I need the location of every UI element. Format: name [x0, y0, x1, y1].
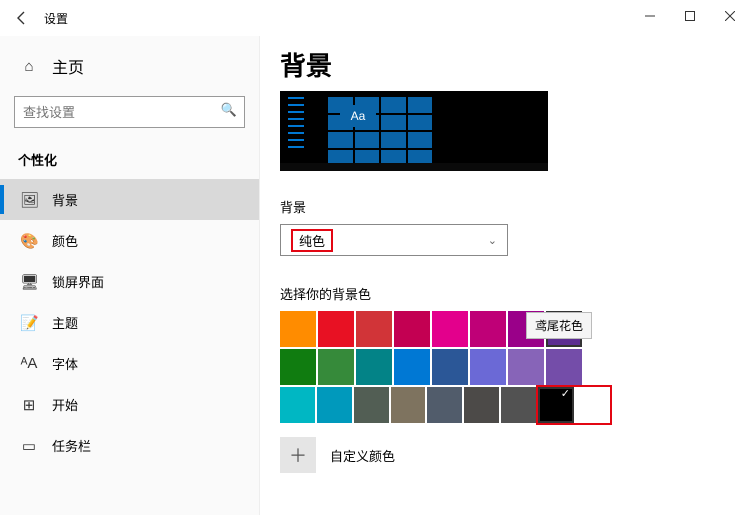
sidebar-item-0[interactable]: 🖼 背景 [0, 179, 259, 220]
back-button[interactable] [0, 0, 44, 36]
color-swatch[interactable] [501, 387, 536, 423]
color-swatch[interactable] [427, 387, 462, 423]
color-swatch[interactable] [280, 387, 315, 423]
page-title: 背景 [280, 46, 730, 83]
custom-color-label: 自定义颜色 [330, 446, 395, 465]
search-icon: 🔍 [221, 102, 237, 118]
color-swatch[interactable] [546, 349, 582, 385]
main-content: 背景 Aa 背景 纯色 ⌄ 选择你的背景色 ＋ 自定义颜色 [260, 36, 750, 515]
color-swatch[interactable] [508, 349, 544, 385]
sidebar-item-4[interactable]: ᴬA 字体 [0, 343, 259, 384]
background-dropdown-value: 纯色 [291, 229, 333, 252]
sidebar-item-1[interactable]: 🎨 颜色 [0, 220, 259, 261]
window-title: 设置 [44, 10, 68, 27]
sidebar-item-3[interactable]: 📝 主题 [0, 302, 259, 343]
sidebar-item-icon: ⊞ [20, 396, 38, 414]
color-swatch[interactable] [317, 387, 352, 423]
color-swatch[interactable] [538, 387, 574, 423]
sidebar-item-icon: 📝 [20, 314, 38, 332]
search-input[interactable] [14, 96, 245, 128]
choose-color-label: 选择你的背景色 [280, 284, 730, 303]
color-swatch[interactable] [356, 311, 392, 347]
preview-sample-text: Aa [340, 105, 376, 127]
color-swatch[interactable] [280, 311, 316, 347]
sidebar-home-label: 主页 [52, 54, 84, 78]
color-swatch[interactable] [318, 311, 354, 347]
sidebar-item-icon: ᴬA [20, 355, 38, 372]
color-swatch[interactable] [432, 349, 468, 385]
background-preview: Aa [280, 91, 548, 171]
sidebar-item-label: 字体 [52, 354, 78, 373]
minimize-button[interactable] [630, 0, 670, 32]
sidebar-item-label: 颜色 [52, 231, 78, 250]
color-swatch[interactable] [574, 387, 610, 423]
custom-color-button[interactable]: ＋ [280, 437, 316, 473]
color-swatch[interactable] [280, 349, 316, 385]
sidebar-item-icon: 🖥 [20, 273, 38, 291]
sidebar-item-label: 任务栏 [52, 436, 91, 455]
sidebar-section-label: 个性化 [0, 136, 259, 179]
home-icon: ⌂ [20, 58, 38, 75]
sidebar-item-5[interactable]: ⊞ 开始 [0, 384, 259, 425]
color-swatch[interactable] [470, 311, 506, 347]
sidebar-item-icon: ▭ [20, 437, 38, 455]
sidebar-item-label: 背景 [52, 190, 78, 209]
sidebar-item-icon: 🖼 [20, 191, 38, 209]
color-swatch[interactable] [391, 387, 426, 423]
sidebar-item-label: 锁屏界面 [52, 272, 104, 291]
color-swatch[interactable] [356, 349, 392, 385]
sidebar: ⌂ 主页 🔍 个性化 🖼 背景 🎨 颜色 🖥 锁屏界面 📝 主题 ᴬA 字体 ⊞ 开始 ▭ 任务栏 [0, 36, 260, 515]
color-swatch[interactable] [464, 387, 499, 423]
color-swatch[interactable] [394, 311, 430, 347]
color-tooltip: 鸢尾花色 [526, 312, 592, 339]
chevron-down-icon: ⌄ [488, 234, 497, 247]
background-dropdown-label: 背景 [280, 197, 730, 216]
color-swatch[interactable] [354, 387, 389, 423]
sidebar-item-label: 主题 [52, 313, 78, 332]
maximize-button[interactable] [670, 0, 710, 32]
sidebar-item-label: 开始 [52, 395, 78, 414]
color-swatch[interactable] [432, 311, 468, 347]
sidebar-home[interactable]: ⌂ 主页 [0, 44, 259, 88]
close-button[interactable] [710, 0, 750, 32]
sidebar-item-2[interactable]: 🖥 锁屏界面 [0, 261, 259, 302]
color-swatch[interactable] [394, 349, 430, 385]
color-swatch[interactable] [470, 349, 506, 385]
color-swatch[interactable] [318, 349, 354, 385]
sidebar-item-icon: 🎨 [20, 232, 38, 250]
background-dropdown[interactable]: 纯色 ⌄ [280, 224, 508, 256]
sidebar-item-6[interactable]: ▭ 任务栏 [0, 425, 259, 466]
